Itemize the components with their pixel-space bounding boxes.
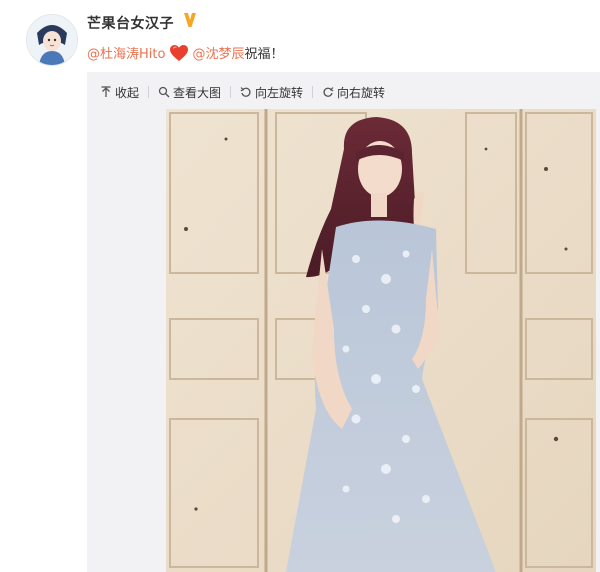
- media-toolbar: 收起 查看大图 向左旋转 向右旋转: [87, 72, 600, 112]
- heart-emoji-icon: [170, 44, 189, 61]
- rotate-right-label: 向右旋转: [337, 85, 386, 100]
- collapse-label: 收起: [115, 85, 140, 100]
- post-text: @杜海涛Hito @沈梦辰 祝福！: [87, 43, 283, 62]
- photo-illustration: [166, 109, 596, 572]
- post-photo[interactable]: [166, 109, 596, 572]
- collapse-arrow-icon: [101, 86, 111, 97]
- collapse-button[interactable]: 收起: [100, 84, 139, 101]
- rotate-left-icon: [240, 87, 251, 97]
- username[interactable]: 芒果台女汉子: [87, 13, 174, 33]
- rotate-left-label: 向左旋转: [255, 85, 304, 100]
- mention-link-2[interactable]: @沈梦辰: [192, 43, 244, 62]
- avatar-illustration: [27, 15, 77, 65]
- toolbar-divider: [230, 86, 232, 98]
- view-large-label: 查看大图: [173, 85, 222, 100]
- magnifier-icon: [158, 86, 170, 98]
- media-container: 收起 查看大图 向左旋转 向右旋转: [87, 72, 600, 572]
- post-text-suffix: 祝福！: [244, 47, 284, 62]
- view-large-button[interactable]: 查看大图: [158, 84, 221, 101]
- rotate-right-button[interactable]: 向右旋转: [322, 84, 385, 101]
- rotate-right-icon: [323, 87, 334, 97]
- avatar[interactable]: [26, 14, 78, 66]
- toolbar-divider: [312, 86, 314, 98]
- mention-link-1[interactable]: @杜海涛Hito: [87, 43, 165, 62]
- toolbar-divider: [148, 86, 150, 98]
- rotate-left-button[interactable]: 向左旋转: [240, 84, 303, 101]
- verified-badge-icon[interactable]: [183, 12, 197, 28]
